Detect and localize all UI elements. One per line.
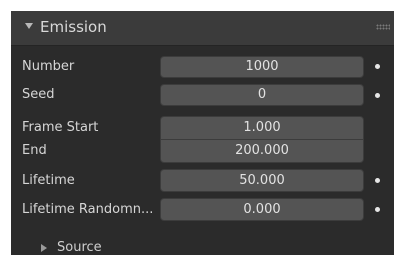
frame-end-label: End (22, 143, 47, 158)
panel-header[interactable]: Emission (11, 11, 394, 46)
seed-field[interactable]: 0 (160, 84, 364, 106)
seed-label: Seed (22, 87, 55, 102)
grip-icon[interactable] (376, 24, 390, 30)
emission-panel: Emission Number 1000 Seed 0 Frame Start … (11, 11, 394, 255)
keyframe-dot-icon[interactable] (375, 178, 380, 183)
disclosure-triangle-right-icon[interactable] (41, 244, 47, 252)
keyframe-dot-icon[interactable] (375, 207, 380, 212)
number-field[interactable]: 1000 (160, 56, 364, 78)
lifetime-randomness-field[interactable]: 0.000 (160, 198, 364, 221)
frame-end-field[interactable]: 200.000 (160, 139, 364, 163)
keyframe-dot-icon[interactable] (375, 93, 380, 98)
frame-start-label: Frame Start (22, 120, 99, 135)
panel-title: Emission (40, 18, 107, 36)
disclosure-triangle-down-icon[interactable] (25, 23, 33, 29)
lifetime-label: Lifetime (22, 173, 75, 188)
number-label: Number (22, 59, 75, 74)
keyframe-dot-icon[interactable] (375, 64, 380, 69)
source-subpanel-label[interactable]: Source (57, 240, 102, 255)
frame-start-field[interactable]: 1.000 (160, 116, 364, 140)
lifetime-randomness-label: Lifetime Randomn... (22, 202, 154, 217)
lifetime-field[interactable]: 50.000 (160, 169, 364, 192)
